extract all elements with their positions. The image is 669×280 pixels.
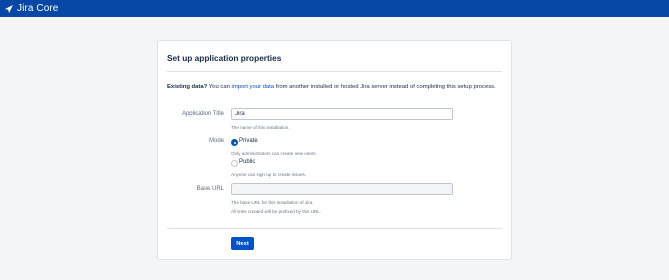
import-notice: Existing data? You can import your data … [167,83,507,92]
product-name: Jira Core [17,3,59,14]
base-url-label: Base URL [196,186,224,192]
mode-private-label[interactable]: Private [239,138,258,144]
mode-label: Mode [208,138,224,144]
mode-private-help: Only administrators can create new users… [231,151,317,156]
application-title-help: The name of this installation. [231,125,290,130]
mode-public-radio[interactable] [231,160,238,167]
base-url-help: The base URL for this installation of Ji… [231,200,314,205]
base-url-help-prefix: All links created will be prefixed by th… [231,209,322,214]
page-title: Set up application properties [167,53,282,63]
mode-public-help: Anyone can sign up to create issues. [231,172,307,177]
mode-private-radio[interactable] [231,139,238,146]
application-title-input[interactable] [231,108,453,120]
title-divider [167,71,502,72]
mode-public-label[interactable]: Public [239,159,255,165]
application-title-label: Application Title [181,111,224,117]
import-notice-heading: Existing data? [167,84,208,90]
import-notice-text-start: You can [207,84,232,90]
import-notice-text-end: from another installed or hosted Jira se… [274,84,496,90]
product-logo[interactable]: Jira Core [4,3,58,14]
base-url-input[interactable] [231,183,453,195]
jira-logo-icon [5,4,13,13]
setup-panel: Set up application properties Existing d… [157,40,512,260]
next-button[interactable]: Next [231,237,254,250]
form-divider [167,228,502,229]
import-data-link[interactable]: import your data [232,84,275,90]
top-navigation-bar: Jira Core [0,0,669,17]
